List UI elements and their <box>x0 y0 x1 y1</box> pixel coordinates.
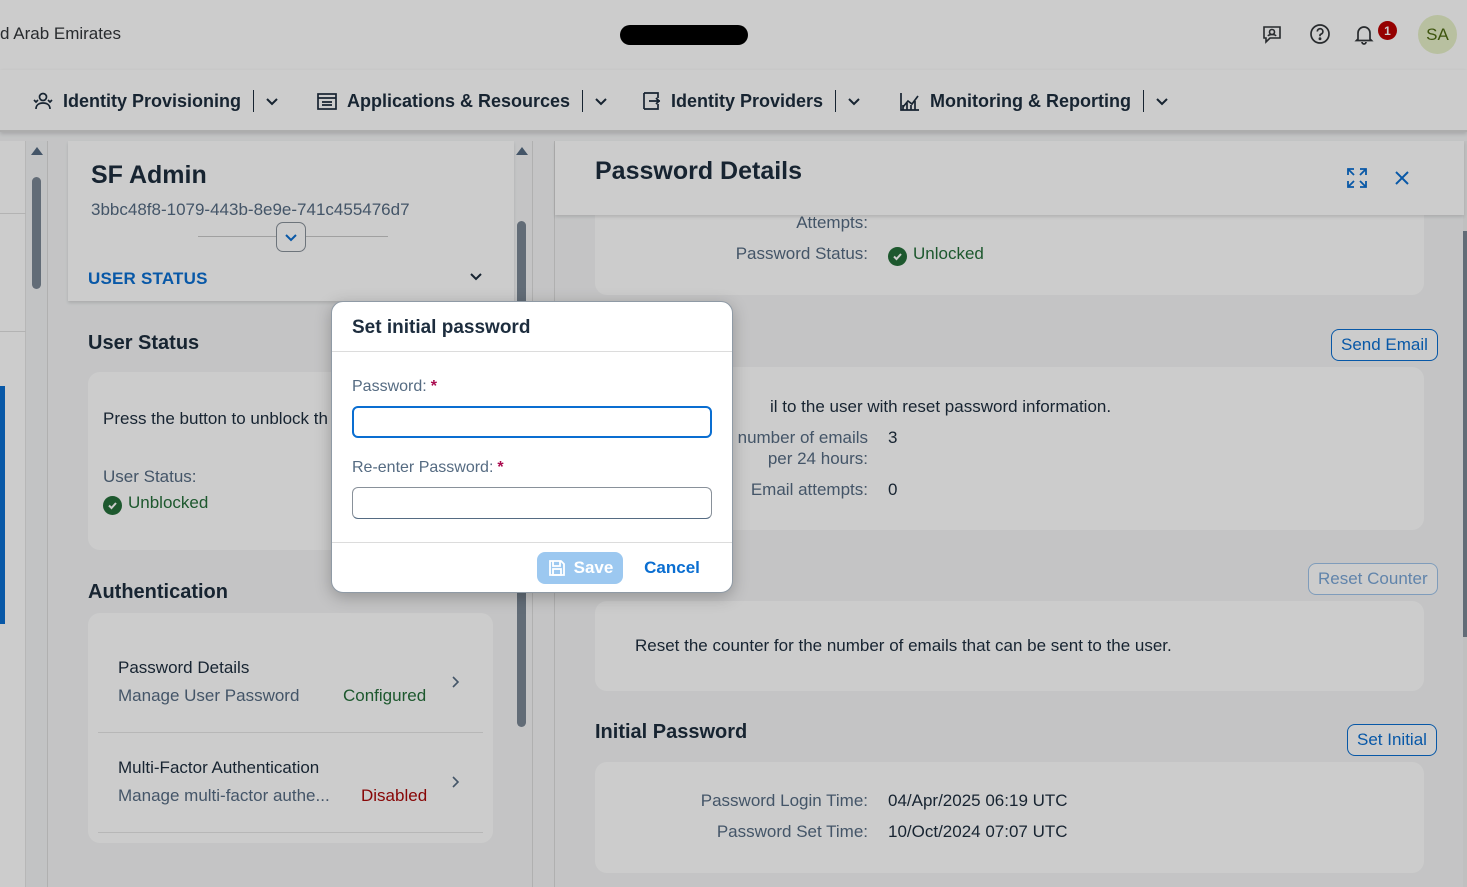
label-text: Password: <box>352 378 427 395</box>
required-marker: * <box>430 378 437 395</box>
divider <box>332 542 732 543</box>
cancel-button[interactable]: Cancel <box>635 552 709 584</box>
required-marker: * <box>497 459 504 476</box>
save-icon <box>547 558 567 578</box>
password-field[interactable] <box>352 406 712 438</box>
password-label: Password: * <box>352 378 437 396</box>
save-button[interactable]: Save <box>537 552 623 584</box>
dialog-title: Set initial password <box>352 317 531 338</box>
label-text: Re-enter Password: <box>352 459 494 476</box>
reenter-password-field[interactable] <box>352 487 712 519</box>
set-initial-password-dialog: Set initial password Password: * Re-enter… <box>331 301 733 593</box>
reenter-password-label: Re-enter Password: * <box>352 459 504 477</box>
divider <box>332 351 732 352</box>
modal-backdrop <box>0 0 1467 887</box>
save-label: Save <box>573 558 614 577</box>
